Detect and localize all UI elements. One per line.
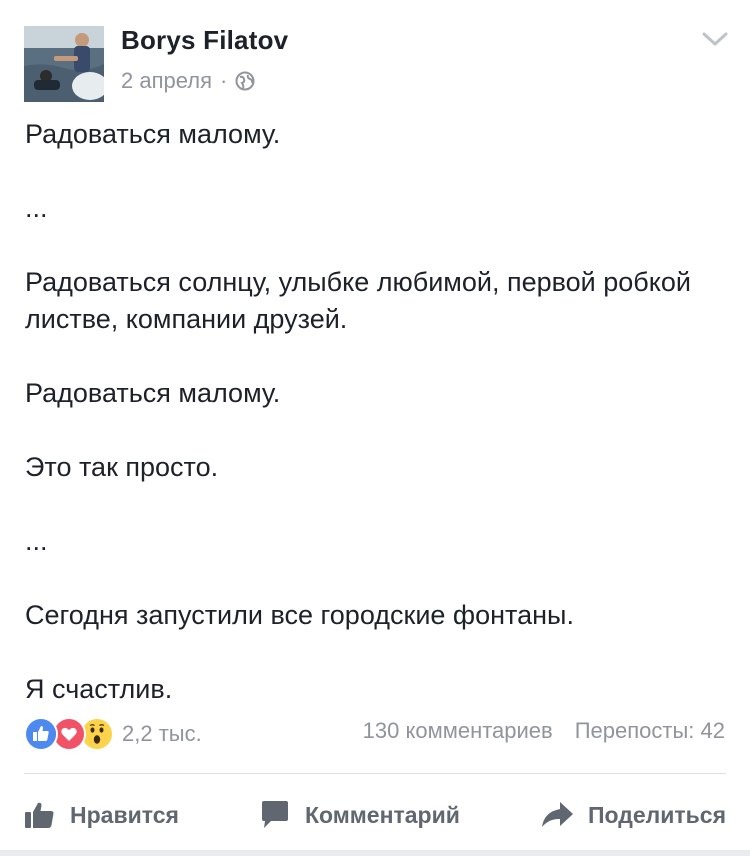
like-button[interactable]: Нравится <box>24 800 179 830</box>
post-paragraph: ... <box>25 526 48 556</box>
divider <box>24 773 726 774</box>
author-name[interactable]: Borys Filatov <box>121 25 288 56</box>
post-paragraph: Сегодня запустили все городские фонтаны. <box>25 600 574 630</box>
reactions-summary[interactable]: 2,2 тыс. <box>24 716 202 752</box>
post-date[interactable]: 2 апреля <box>121 68 212 94</box>
comment-button[interactable]: Комментарий <box>259 800 460 830</box>
post-body: Радоваться малому. ... Радоваться солнцу… <box>25 116 725 745</box>
post-paragraph: Я счастлив. <box>25 674 173 704</box>
share-arrow-icon <box>540 800 574 830</box>
thumbs-up-icon <box>24 800 56 830</box>
reactions-count: 2,2 тыс. <box>122 721 202 746</box>
author-avatar[interactable] <box>24 26 104 102</box>
comment-button-label: Комментарий <box>304 801 460 828</box>
like-icon <box>24 717 58 751</box>
post-paragraph: Радоваться малому. <box>25 378 281 408</box>
comments-count-link[interactable]: 130 комментариев <box>363 718 553 744</box>
share-button-label: Поделиться <box>587 801 726 828</box>
post-bottom-border <box>0 850 750 856</box>
post-meta: 2 апреля · <box>121 66 255 96</box>
post-paragraph: ... <box>25 193 48 223</box>
comment-bubble-icon <box>259 800 291 830</box>
post-stats: 130 комментариев Перепосты: 42 <box>363 718 725 744</box>
meta-separator: · <box>220 68 228 93</box>
globe-icon <box>235 71 255 91</box>
shares-count-link[interactable]: Перепосты: 42 <box>575 718 725 744</box>
share-button[interactable]: Поделиться <box>540 800 726 830</box>
chevron-down-icon[interactable] <box>700 28 730 50</box>
facebook-post: Borys Filatov 2 апреля · Радоваться мало… <box>0 0 750 856</box>
post-paragraph: Это так просто. <box>25 452 219 482</box>
action-bar: Нравится Комментарий Поделиться <box>24 792 726 838</box>
post-paragraph: Радоваться малому. <box>25 119 281 149</box>
like-button-label: Нравится <box>70 801 179 828</box>
post-paragraph: Радоваться солнцу, улыбке любимой, перво… <box>25 267 699 334</box>
